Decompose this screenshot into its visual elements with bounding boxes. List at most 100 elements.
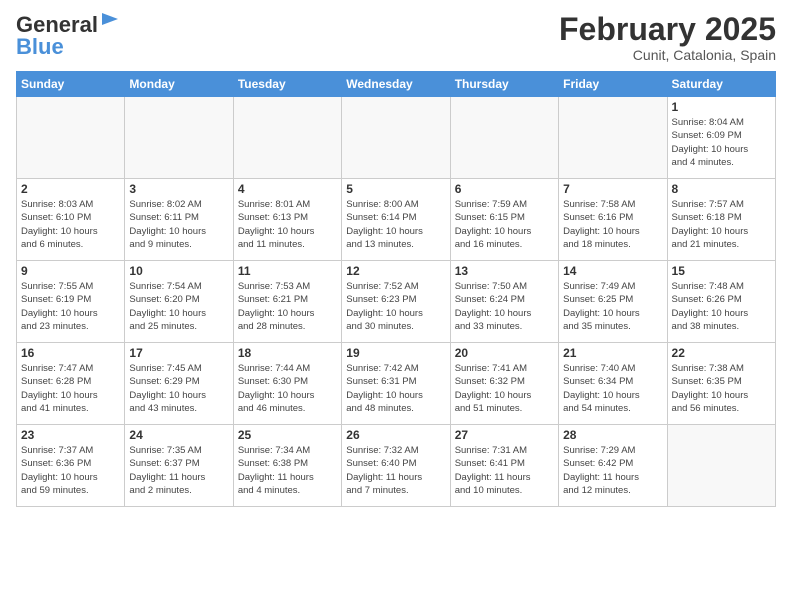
calendar-cell: 18Sunrise: 7:44 AM Sunset: 6:30 PM Dayli… xyxy=(233,343,341,425)
day-info: Sunrise: 7:40 AM Sunset: 6:34 PM Dayligh… xyxy=(563,362,662,415)
calendar-week-1: 1 Sunrise: 8:04 AM Sunset: 6:09 PM Daylig… xyxy=(17,97,776,179)
day-info: Sunrise: 7:59 AM Sunset: 6:15 PM Dayligh… xyxy=(455,198,554,251)
weekday-header-wednesday: Wednesday xyxy=(342,72,450,97)
calendar-header-row: SundayMondayTuesdayWednesdayThursdayFrid… xyxy=(17,72,776,97)
calendar-cell xyxy=(233,97,341,179)
day-number: 11 xyxy=(238,264,337,278)
day-number: 25 xyxy=(238,428,337,442)
day-info: Sunrise: 7:52 AM Sunset: 6:23 PM Dayligh… xyxy=(346,280,445,333)
calendar-cell: 13Sunrise: 7:50 AM Sunset: 6:24 PM Dayli… xyxy=(450,261,558,343)
weekday-header-friday: Friday xyxy=(559,72,667,97)
weekday-header-monday: Monday xyxy=(125,72,233,97)
day-number: 21 xyxy=(563,346,662,360)
day-info: Sunrise: 7:55 AM Sunset: 6:19 PM Dayligh… xyxy=(21,280,120,333)
day-info: Sunrise: 8:04 AM Sunset: 6:09 PM Dayligh… xyxy=(672,116,771,169)
calendar-cell: 10 Sunrise: 7:54 AM Sunset: 6:20 PM Dayli… xyxy=(125,261,233,343)
day-number: 26 xyxy=(346,428,445,442)
weekday-header-saturday: Saturday xyxy=(667,72,775,97)
calendar-cell: 8 Sunrise: 7:57 AM Sunset: 6:18 PM Daylig… xyxy=(667,179,775,261)
day-info: Sunrise: 7:29 AM Sunset: 6:42 PM Dayligh… xyxy=(563,444,662,497)
calendar-week-4: 16Sunrise: 7:47 AM Sunset: 6:28 PM Dayli… xyxy=(17,343,776,425)
day-number: 7 xyxy=(563,182,662,196)
day-number: 10 xyxy=(129,264,228,278)
day-info: Sunrise: 7:34 AM Sunset: 6:38 PM Dayligh… xyxy=(238,444,337,497)
day-info: Sunrise: 7:54 AM Sunset: 6:20 PM Dayligh… xyxy=(129,280,228,333)
day-number: 12 xyxy=(346,264,445,278)
day-info: Sunrise: 7:42 AM Sunset: 6:31 PM Dayligh… xyxy=(346,362,445,415)
month-title: February 2025 xyxy=(559,12,776,47)
day-number: 2 xyxy=(21,182,120,196)
calendar-week-5: 23Sunrise: 7:37 AM Sunset: 6:36 PM Dayli… xyxy=(17,425,776,507)
day-info: Sunrise: 7:37 AM Sunset: 6:36 PM Dayligh… xyxy=(21,444,120,497)
day-info: Sunrise: 7:45 AM Sunset: 6:29 PM Dayligh… xyxy=(129,362,228,415)
day-number: 20 xyxy=(455,346,554,360)
weekday-header-sunday: Sunday xyxy=(17,72,125,97)
calendar-cell: 11 Sunrise: 7:53 AM Sunset: 6:21 PM Dayli… xyxy=(233,261,341,343)
day-info: Sunrise: 8:02 AM Sunset: 6:11 PM Dayligh… xyxy=(129,198,228,251)
day-info: Sunrise: 7:58 AM Sunset: 6:16 PM Dayligh… xyxy=(563,198,662,251)
day-number: 1 xyxy=(672,100,771,114)
calendar-cell: 3 Sunrise: 8:02 AM Sunset: 6:11 PM Daylig… xyxy=(125,179,233,261)
day-number: 13 xyxy=(455,264,554,278)
calendar-cell: 19 Sunrise: 7:42 AM Sunset: 6:31 PM Dayli… xyxy=(342,343,450,425)
day-info: Sunrise: 7:53 AM Sunset: 6:21 PM Dayligh… xyxy=(238,280,337,333)
day-info: Sunrise: 7:35 AM Sunset: 6:37 PM Dayligh… xyxy=(129,444,228,497)
day-number: 22 xyxy=(672,346,771,360)
calendar-week-3: 9 Sunrise: 7:55 AM Sunset: 6:19 PM Daylig… xyxy=(17,261,776,343)
day-number: 14 xyxy=(563,264,662,278)
calendar-cell: 5 Sunrise: 8:00 AM Sunset: 6:14 PM Daylig… xyxy=(342,179,450,261)
calendar-cell: 6 Sunrise: 7:59 AM Sunset: 6:15 PM Daylig… xyxy=(450,179,558,261)
day-number: 6 xyxy=(455,182,554,196)
calendar-cell: 28 Sunrise: 7:29 AM Sunset: 6:42 PM Dayli… xyxy=(559,425,667,507)
day-info: Sunrise: 8:00 AM Sunset: 6:14 PM Dayligh… xyxy=(346,198,445,251)
day-number: 18 xyxy=(238,346,337,360)
day-number: 28 xyxy=(563,428,662,442)
day-number: 4 xyxy=(238,182,337,196)
calendar-cell: 14Sunrise: 7:49 AM Sunset: 6:25 PM Dayli… xyxy=(559,261,667,343)
calendar-cell: 26 Sunrise: 7:32 AM Sunset: 6:40 PM Dayli… xyxy=(342,425,450,507)
calendar-cell: 22 Sunrise: 7:38 AM Sunset: 6:35 PM Dayli… xyxy=(667,343,775,425)
day-number: 24 xyxy=(129,428,228,442)
calendar-cell: 1 Sunrise: 8:04 AM Sunset: 6:09 PM Daylig… xyxy=(667,97,775,179)
calendar-cell: 20 Sunrise: 7:41 AM Sunset: 6:32 PM Dayli… xyxy=(450,343,558,425)
day-number: 27 xyxy=(455,428,554,442)
calendar-cell: 21 Sunrise: 7:40 AM Sunset: 6:34 PM Dayli… xyxy=(559,343,667,425)
calendar-cell xyxy=(342,97,450,179)
day-info: Sunrise: 7:57 AM Sunset: 6:18 PM Dayligh… xyxy=(672,198,771,251)
calendar-cell: 16Sunrise: 7:47 AM Sunset: 6:28 PM Dayli… xyxy=(17,343,125,425)
location: Cunit, Catalonia, Spain xyxy=(559,47,776,63)
day-info: Sunrise: 7:38 AM Sunset: 6:35 PM Dayligh… xyxy=(672,362,771,415)
calendar-cell: 17 Sunrise: 7:45 AM Sunset: 6:29 PM Dayli… xyxy=(125,343,233,425)
calendar-cell: 2Sunrise: 8:03 AM Sunset: 6:10 PM Daylig… xyxy=(17,179,125,261)
calendar-cell xyxy=(667,425,775,507)
calendar-cell: 27 Sunrise: 7:31 AM Sunset: 6:41 PM Dayli… xyxy=(450,425,558,507)
title-block: February 2025 Cunit, Catalonia, Spain xyxy=(559,12,776,63)
day-number: 9 xyxy=(21,264,120,278)
calendar-cell xyxy=(559,97,667,179)
day-info: Sunrise: 7:32 AM Sunset: 6:40 PM Dayligh… xyxy=(346,444,445,497)
weekday-header-tuesday: Tuesday xyxy=(233,72,341,97)
day-number: 8 xyxy=(672,182,771,196)
day-number: 3 xyxy=(129,182,228,196)
calendar-cell xyxy=(125,97,233,179)
calendar-cell: 24 Sunrise: 7:35 AM Sunset: 6:37 PM Dayli… xyxy=(125,425,233,507)
page-header: General Blue February 2025 Cunit, Catalo… xyxy=(16,12,776,63)
day-number: 17 xyxy=(129,346,228,360)
calendar-cell: 7 Sunrise: 7:58 AM Sunset: 6:16 PM Daylig… xyxy=(559,179,667,261)
logo: General Blue xyxy=(16,12,120,60)
calendar-cell: 9 Sunrise: 7:55 AM Sunset: 6:19 PM Daylig… xyxy=(17,261,125,343)
day-info: Sunrise: 7:47 AM Sunset: 6:28 PM Dayligh… xyxy=(21,362,120,415)
calendar-cell xyxy=(17,97,125,179)
day-info: Sunrise: 7:48 AM Sunset: 6:26 PM Dayligh… xyxy=(672,280,771,333)
calendar-cell xyxy=(450,97,558,179)
day-number: 19 xyxy=(346,346,445,360)
day-info: Sunrise: 8:01 AM Sunset: 6:13 PM Dayligh… xyxy=(238,198,337,251)
calendar-week-2: 2Sunrise: 8:03 AM Sunset: 6:10 PM Daylig… xyxy=(17,179,776,261)
calendar-cell: 25 Sunrise: 7:34 AM Sunset: 6:38 PM Dayli… xyxy=(233,425,341,507)
calendar-cell: 23Sunrise: 7:37 AM Sunset: 6:36 PM Dayli… xyxy=(17,425,125,507)
calendar-cell: 12 Sunrise: 7:52 AM Sunset: 6:23 PM Dayli… xyxy=(342,261,450,343)
day-info: Sunrise: 7:41 AM Sunset: 6:32 PM Dayligh… xyxy=(455,362,554,415)
calendar-cell: 4 Sunrise: 8:01 AM Sunset: 6:13 PM Daylig… xyxy=(233,179,341,261)
day-info: Sunrise: 7:31 AM Sunset: 6:41 PM Dayligh… xyxy=(455,444,554,497)
day-number: 5 xyxy=(346,182,445,196)
